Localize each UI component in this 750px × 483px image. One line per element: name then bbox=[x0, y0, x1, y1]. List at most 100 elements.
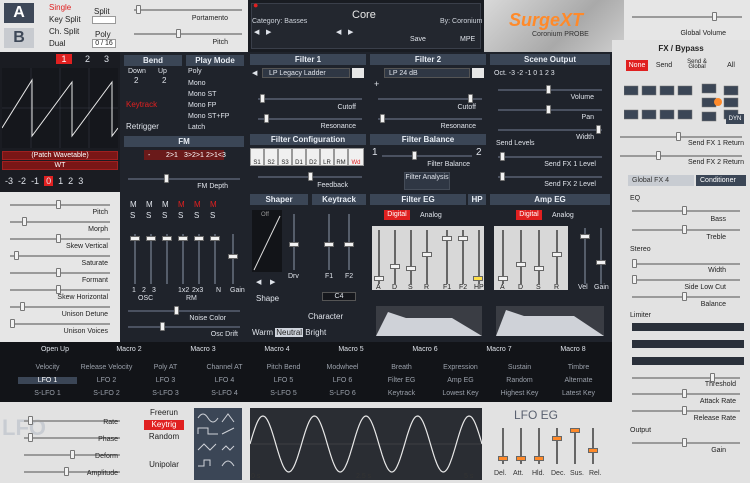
mod-keytrack[interactable]: Keytrack bbox=[372, 390, 431, 397]
lfo-eg-sustain-handle[interactable] bbox=[570, 428, 580, 433]
shaper-prev-icon[interactable]: ◀ bbox=[256, 278, 261, 287]
lfo-deform-handle[interactable] bbox=[70, 450, 75, 459]
feg-sustain-fader[interactable] bbox=[410, 230, 412, 284]
lfo-phase-handle[interactable] bbox=[28, 433, 33, 442]
fx-width-slider[interactable] bbox=[632, 263, 740, 265]
osc-tab-1[interactable]: 1 bbox=[56, 54, 72, 64]
mute-noise[interactable]: M bbox=[210, 200, 217, 209]
scene-octave-selector[interactable]: Oct. -3 -2 -1 0 1 2 3 bbox=[494, 69, 555, 78]
lfo-unipolar[interactable]: Unipolar bbox=[144, 460, 184, 470]
filter1-cutoff-slider[interactable] bbox=[258, 98, 362, 100]
scene-width-handle[interactable] bbox=[596, 125, 601, 134]
fm-route-2-1[interactable]: 2>1 bbox=[166, 151, 178, 160]
mute-2x3[interactable]: M bbox=[194, 200, 201, 209]
mute-osc3[interactable]: M bbox=[162, 200, 169, 209]
lfo-freerun[interactable]: Freerun bbox=[144, 408, 184, 418]
mod-lfo-2[interactable]: LFO 2 bbox=[77, 377, 136, 384]
scene-mode-dual[interactable]: Dual bbox=[49, 39, 65, 48]
lfo-eg-release-handle[interactable] bbox=[588, 448, 598, 453]
portamento-handle[interactable] bbox=[136, 5, 141, 14]
category-next-icon[interactable]: ▶ bbox=[266, 28, 271, 37]
solo-noise[interactable]: S bbox=[210, 211, 215, 220]
filter1-resonance-handle[interactable] bbox=[264, 114, 269, 123]
fx1-return-handle[interactable] bbox=[676, 132, 681, 141]
mute-osc1[interactable]: M bbox=[130, 200, 137, 209]
mod-highest-key[interactable]: Highest Key bbox=[490, 390, 549, 397]
feg-release-handle[interactable] bbox=[422, 252, 432, 257]
osc-oct-0[interactable]: 0 bbox=[44, 176, 54, 186]
solo-osc2[interactable]: S bbox=[146, 211, 151, 220]
fx2-return-handle[interactable] bbox=[656, 151, 661, 160]
mod-channel-at[interactable]: Channel AT bbox=[195, 364, 254, 371]
feg-sustain-handle[interactable] bbox=[406, 266, 416, 271]
scene-a-button[interactable]: A bbox=[4, 3, 34, 23]
route-d2[interactable]: D2 bbox=[306, 148, 320, 166]
mix-noise-fader[interactable] bbox=[214, 234, 216, 284]
shaper-next-icon[interactable]: ▶ bbox=[270, 278, 275, 287]
amp-eg-digital[interactable]: Digital bbox=[516, 210, 542, 220]
mod-release-velocity[interactable]: Release Velocity bbox=[77, 364, 136, 371]
filter1-subtype[interactable] bbox=[352, 68, 364, 78]
mod-pitch-bend[interactable]: Pitch Bend bbox=[254, 364, 313, 371]
bend-up-value[interactable]: 2 bbox=[162, 76, 166, 85]
patch-prev-icon[interactable]: ◀ bbox=[336, 28, 341, 37]
mix-2x3-fader[interactable] bbox=[198, 234, 200, 284]
mix-osc3-fader[interactable] bbox=[166, 234, 168, 284]
lfo-eg-decay-fader[interactable] bbox=[556, 428, 558, 464]
osc-drift-slider[interactable] bbox=[128, 326, 240, 328]
solo-2x3[interactable]: S bbox=[194, 211, 199, 220]
unison-voices-slider[interactable] bbox=[10, 323, 110, 325]
feg-f1-handle[interactable] bbox=[442, 236, 452, 241]
solo-1x2[interactable]: S bbox=[178, 211, 183, 220]
aeg-sustain-fader[interactable] bbox=[538, 230, 540, 284]
route-s3[interactable]: S3 bbox=[278, 148, 292, 166]
fx-type-selector[interactable]: Conditioner bbox=[696, 175, 746, 186]
mix-1x2-fader[interactable] bbox=[182, 234, 184, 284]
wavetable-selector[interactable]: WT bbox=[2, 161, 118, 170]
aeg-attack-handle[interactable] bbox=[498, 276, 508, 281]
fx-side-low-cut-handle[interactable] bbox=[632, 275, 637, 284]
mute-1x2[interactable]: M bbox=[178, 200, 185, 209]
lfo-amplitude-handle[interactable] bbox=[64, 467, 69, 476]
mod-sustain[interactable]: Sustain bbox=[490, 364, 549, 371]
fx-bass-handle[interactable] bbox=[682, 206, 687, 215]
keytrack-f2-handle[interactable] bbox=[344, 242, 354, 247]
osc-oct-p1[interactable]: 1 bbox=[58, 176, 63, 186]
fx2-return-slider[interactable] bbox=[620, 155, 742, 157]
filter-eg-analog[interactable]: Analog bbox=[420, 211, 442, 220]
keytrack-f1-handle[interactable] bbox=[324, 242, 334, 247]
scene-mode-ch-split[interactable]: Ch. Split bbox=[49, 27, 79, 36]
pitch-slider[interactable] bbox=[134, 33, 242, 35]
saturate-slider[interactable] bbox=[10, 255, 110, 257]
mod-lfo-4[interactable]: LFO 4 bbox=[195, 377, 254, 384]
bend-down-value[interactable]: 2 bbox=[134, 76, 138, 85]
play-mode-poly[interactable]: Poly bbox=[188, 67, 202, 76]
amp-eg-analog[interactable]: Analog bbox=[552, 211, 574, 220]
feedback-handle[interactable] bbox=[308, 172, 313, 181]
mod-lfo-5[interactable]: LFO 5 bbox=[254, 377, 313, 384]
feg-release-fader[interactable] bbox=[426, 230, 428, 284]
mix-osc3-handle[interactable] bbox=[162, 236, 172, 241]
macro-7[interactable]: Macro 7 bbox=[462, 345, 536, 355]
surge-xt-logo[interactable]: SurgeXT bbox=[509, 10, 583, 30]
play-mode-latch[interactable]: Latch bbox=[188, 123, 205, 132]
mod-random[interactable]: Random bbox=[490, 377, 549, 384]
global-volume-handle[interactable] bbox=[712, 12, 717, 21]
lfo-shape-grid[interactable] bbox=[194, 408, 242, 480]
osc-oct-m1[interactable]: -1 bbox=[31, 176, 39, 186]
unison-detune-handle[interactable] bbox=[20, 302, 25, 311]
aeg-release-fader[interactable] bbox=[556, 230, 558, 284]
character-bright[interactable]: Bright bbox=[305, 328, 326, 337]
fx-width-handle[interactable] bbox=[632, 259, 637, 268]
osc-pitch-handle[interactable] bbox=[56, 200, 61, 209]
route-d1[interactable]: D1 bbox=[292, 148, 306, 166]
mod-filter-eg[interactable]: Filter EG bbox=[372, 377, 431, 384]
macro-5[interactable]: Macro 5 bbox=[314, 345, 388, 355]
mix-osc1-handle[interactable] bbox=[130, 236, 140, 241]
fx-bypass-send-global[interactable]: Send & Global bbox=[680, 59, 714, 71]
feg-decay-handle[interactable] bbox=[390, 264, 400, 269]
macro-4[interactable]: Macro 4 bbox=[240, 345, 314, 355]
mod-lowest-key[interactable]: Lowest Key bbox=[431, 390, 490, 397]
fx-gain-handle[interactable] bbox=[682, 438, 687, 447]
filter2-type-selector[interactable]: LP 24 dB bbox=[384, 68, 470, 78]
